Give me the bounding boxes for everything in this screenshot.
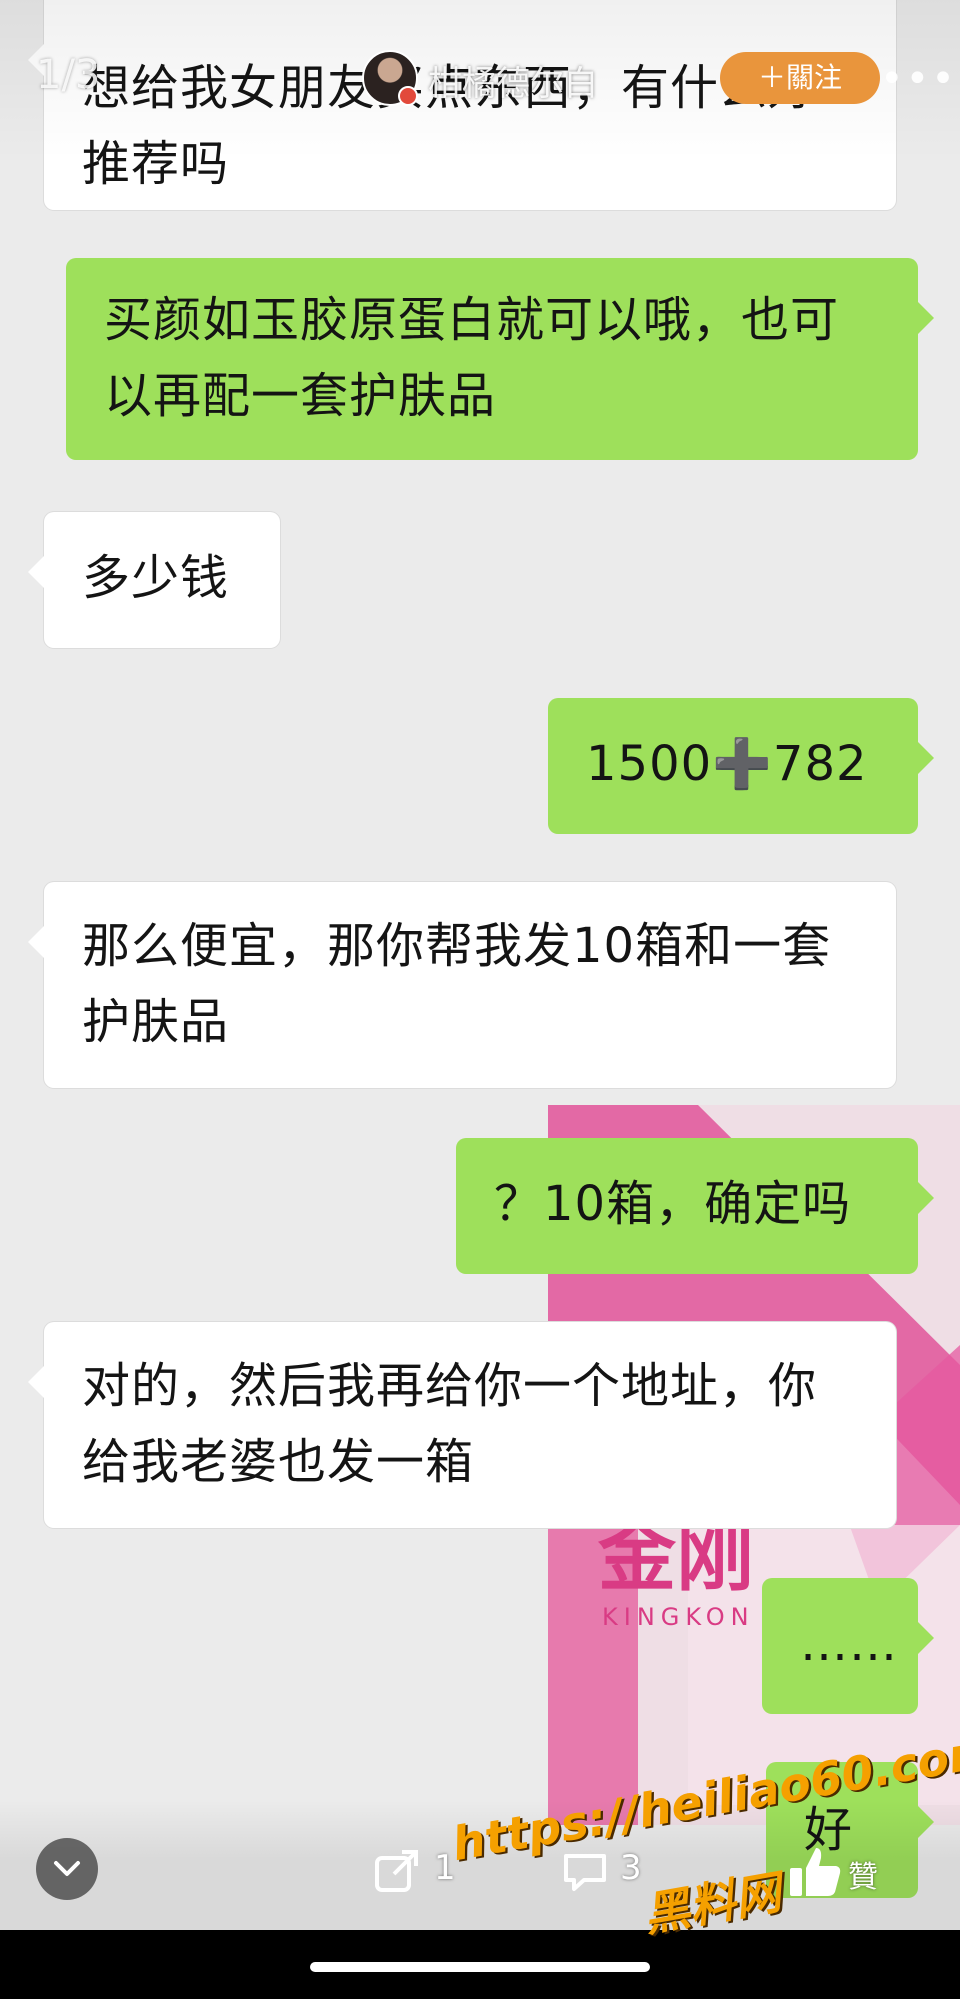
like-button[interactable] [786, 1842, 844, 1900]
like-label: 贊 [848, 1860, 878, 1895]
message-outgoing: …… [762, 1578, 934, 1714]
share-icon [375, 1850, 418, 1892]
message-incoming: 那么便宜，那你帮我发10箱和一套护肤品 [28, 882, 896, 1088]
message-text: 1500➕782 [586, 736, 868, 792]
share-count: 1 [434, 1848, 456, 1888]
background-logo-en: KINGKON [602, 1603, 755, 1631]
message-outgoing: 买颜如玉胶原蛋白就可以哦，也可以再配一套护肤品 [66, 258, 934, 460]
collapse-button[interactable] [36, 1838, 98, 1900]
message-text: …… [800, 1616, 898, 1672]
verified-badge-icon [398, 86, 418, 106]
user-name[interactable]: 柑橘德尔白 [428, 56, 598, 105]
message-incoming: 多少钱 [28, 512, 280, 648]
home-indicator[interactable] [310, 1962, 650, 1972]
message-text: 买颜如玉胶原蛋白就可以哦，也可以再配一套护肤品 [104, 292, 840, 424]
message-text: 多少钱 [82, 550, 230, 606]
screenshot-stage: 金刚 KINGKON 想给我女朋友买点东西，有什么好推荐吗 买颜如玉胶原蛋白就可… [0, 0, 960, 1999]
page-counter: 1/3 [36, 52, 101, 98]
comment-icon [564, 1854, 606, 1891]
message-incoming: 对的，然后我再给你一个地址，你给我老婆也发一箱 [28, 1322, 896, 1528]
message-text: 对的，然后我再给你一个地址，你给我老婆也发一箱 [82, 1358, 818, 1490]
message-text: 那么便宜，那你帮我发10箱和一套护肤品 [82, 918, 832, 1050]
message-outgoing: ？10箱，确定吗 [456, 1138, 934, 1274]
thumbs-up-icon [790, 1848, 841, 1896]
follow-button[interactable]: ＋關注 [720, 52, 880, 104]
share-button[interactable] [372, 1846, 422, 1896]
comment-button[interactable] [560, 1846, 610, 1896]
more-icon[interactable]: ••• [880, 56, 957, 102]
message-text: ？10箱，确定吗 [494, 1176, 852, 1232]
chevron-down-icon [54, 1861, 80, 1876]
message-outgoing: 1500➕782 [548, 698, 934, 834]
